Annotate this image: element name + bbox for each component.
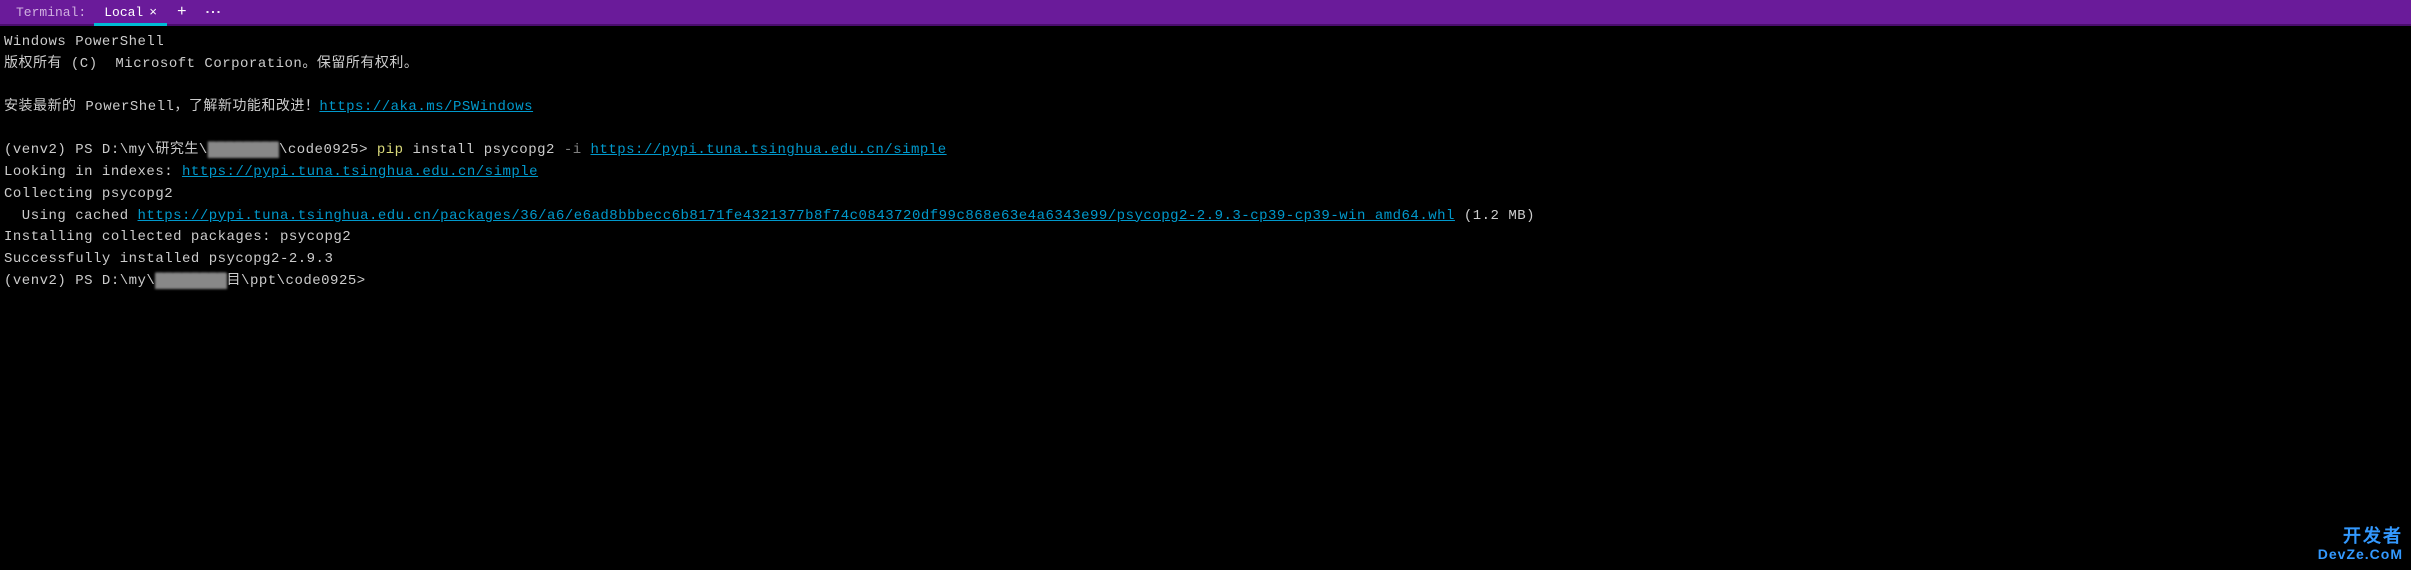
output-line: Successfully installed psycopg2-2.9.3 bbox=[4, 249, 2407, 271]
terminal-tab-bar: Terminal: Local × + ⋮ bbox=[0, 0, 2411, 26]
output-blank bbox=[4, 119, 2407, 141]
tab-local[interactable]: Local × bbox=[94, 0, 167, 24]
watermark-bottom: DevZe.CoM bbox=[2318, 547, 2403, 562]
watermark-top: 开发者 bbox=[2318, 527, 2403, 547]
output-line: 版权所有 (C) Microsoft Corporation。保留所有权利。 bbox=[4, 54, 2407, 76]
package-whl-link[interactable]: https://pypi.tuna.tsinghua.edu.cn/packag… bbox=[138, 208, 1455, 224]
output-line: Using cached https://pypi.tuna.tsinghua.… bbox=[4, 206, 2407, 228]
output-line: 安装最新的 PowerShell，了解新功能和改进！https://aka.ms… bbox=[4, 97, 2407, 119]
pswindows-link[interactable]: https://aka.ms/PSWindows bbox=[319, 99, 533, 115]
add-tab-icon[interactable]: + bbox=[167, 3, 197, 21]
pypi-index-link[interactable]: https://pypi.tuna.tsinghua.edu.cn/simple bbox=[591, 142, 947, 158]
watermark: 开发者 DevZe.CoM bbox=[2318, 527, 2403, 562]
output-line: Installing collected packages: psycopg2 bbox=[4, 227, 2407, 249]
censored-path: ████████ bbox=[208, 142, 279, 158]
terminal-label: Terminal: bbox=[8, 5, 94, 20]
terminal-output[interactable]: Windows PowerShell 版权所有 (C) Microsoft Co… bbox=[0, 26, 2411, 298]
command-text: pip bbox=[377, 142, 404, 158]
censored-path: ████████ bbox=[155, 273, 226, 289]
tab-label: Local bbox=[104, 5, 143, 20]
output-blank bbox=[4, 75, 2407, 97]
output-line: Looking in indexes: https://pypi.tuna.ts… bbox=[4, 162, 2407, 184]
prompt-line: (venv2) PS D:\my\研究生\████████\code0925> … bbox=[4, 140, 2407, 162]
output-line: Collecting psycopg2 bbox=[4, 184, 2407, 206]
output-line: Windows PowerShell bbox=[4, 32, 2407, 54]
tab-menu-icon[interactable]: ⋮ bbox=[203, 0, 223, 28]
pypi-index-link[interactable]: https://pypi.tuna.tsinghua.edu.cn/simple bbox=[182, 164, 538, 180]
prompt-line: (venv2) PS D:\my\████████目\ppt\code0925> bbox=[4, 271, 2407, 293]
close-icon[interactable]: × bbox=[149, 5, 157, 20]
